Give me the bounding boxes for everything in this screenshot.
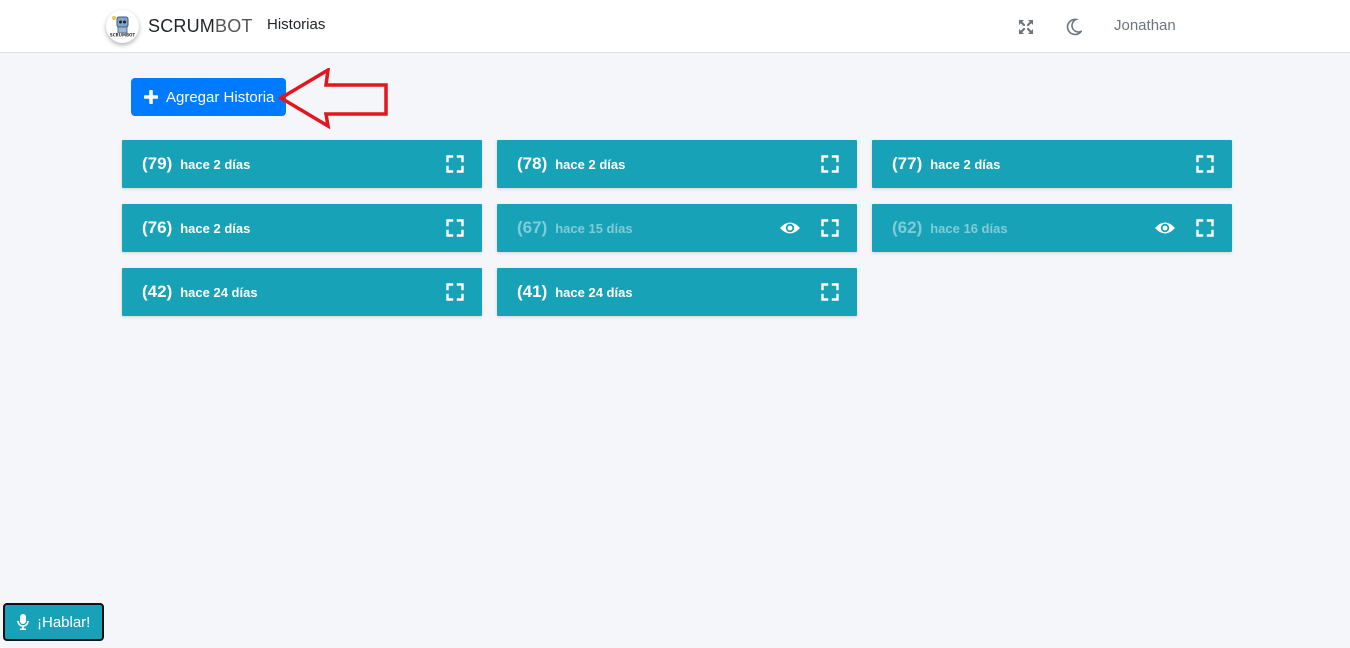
story-number: (76) [142, 218, 173, 237]
story-number: (42) [142, 282, 173, 301]
expand-screen-icon [1018, 19, 1034, 34]
talk-button[interactable]: ¡Hablar! [3, 603, 104, 641]
annotation-arrow-icon [278, 68, 388, 130]
story-number: (41) [517, 282, 548, 301]
story-card[interactable]: (67) hace 15 días [497, 204, 857, 252]
user-menu[interactable]: Jonathan [1114, 17, 1176, 34]
story-card[interactable]: (41) hace 24 días [497, 268, 857, 316]
fullscreen-button[interactable] [1016, 0, 1036, 53]
story-number: (79) [142, 154, 173, 173]
story-age: hace 24 días [555, 284, 633, 300]
eye-icon[interactable] [779, 220, 801, 236]
story-age: hace 16 días [930, 220, 1008, 236]
story-card[interactable]: (77) hace 2 días [872, 140, 1232, 188]
nav-link-historias[interactable]: Historias [267, 16, 325, 33]
add-story-button[interactable]: Agregar Historia [131, 78, 286, 116]
dark-mode-toggle[interactable] [1064, 0, 1084, 53]
moon-icon [1066, 18, 1082, 35]
story-age: hace 2 días [930, 156, 1001, 172]
expand-icon[interactable] [821, 155, 839, 173]
add-story-label: Agregar Historia [166, 88, 275, 106]
talk-label: ¡Hablar! [37, 613, 91, 631]
eye-icon[interactable] [1154, 220, 1176, 236]
brand-name: SCRUMBOT [148, 16, 253, 37]
story-number: (77) [892, 154, 923, 173]
expand-icon[interactable] [1196, 219, 1214, 237]
story-age: hace 15 días [555, 220, 633, 236]
story-age: hace 2 días [180, 156, 251, 172]
brand[interactable]: SCRUMBOT SCRUMBOT [106, 8, 253, 44]
story-card[interactable]: (62) hace 16 días [872, 204, 1232, 252]
story-age: hace 2 días [180, 220, 251, 236]
expand-icon[interactable] [821, 219, 839, 237]
svg-text:SCRUMBOT: SCRUMBOT [110, 32, 136, 37]
plus-icon [144, 90, 158, 104]
top-navbar: SCRUMBOT SCRUMBOT Historias Jonathan [0, 0, 1350, 53]
story-number: (62) [892, 218, 923, 237]
expand-icon[interactable] [446, 219, 464, 237]
story-card[interactable]: (78) hace 2 días [497, 140, 857, 188]
expand-icon[interactable] [1196, 155, 1214, 173]
microphone-icon [17, 614, 29, 630]
story-card[interactable]: (76) hace 2 días [122, 204, 482, 252]
story-card[interactable]: (79) hace 2 días [122, 140, 482, 188]
story-age: hace 24 días [180, 284, 258, 300]
logo-icon: SCRUMBOT [106, 9, 139, 43]
expand-icon[interactable] [446, 155, 464, 173]
story-number: (67) [517, 218, 548, 237]
brand-name-light: BOT [215, 15, 253, 36]
expand-icon[interactable] [821, 283, 839, 301]
story-age: hace 2 días [555, 156, 626, 172]
story-card[interactable]: (42) hace 24 días [122, 268, 482, 316]
brand-name-bold: SCRUM [148, 15, 215, 36]
expand-icon[interactable] [446, 283, 464, 301]
story-number: (78) [517, 154, 548, 173]
